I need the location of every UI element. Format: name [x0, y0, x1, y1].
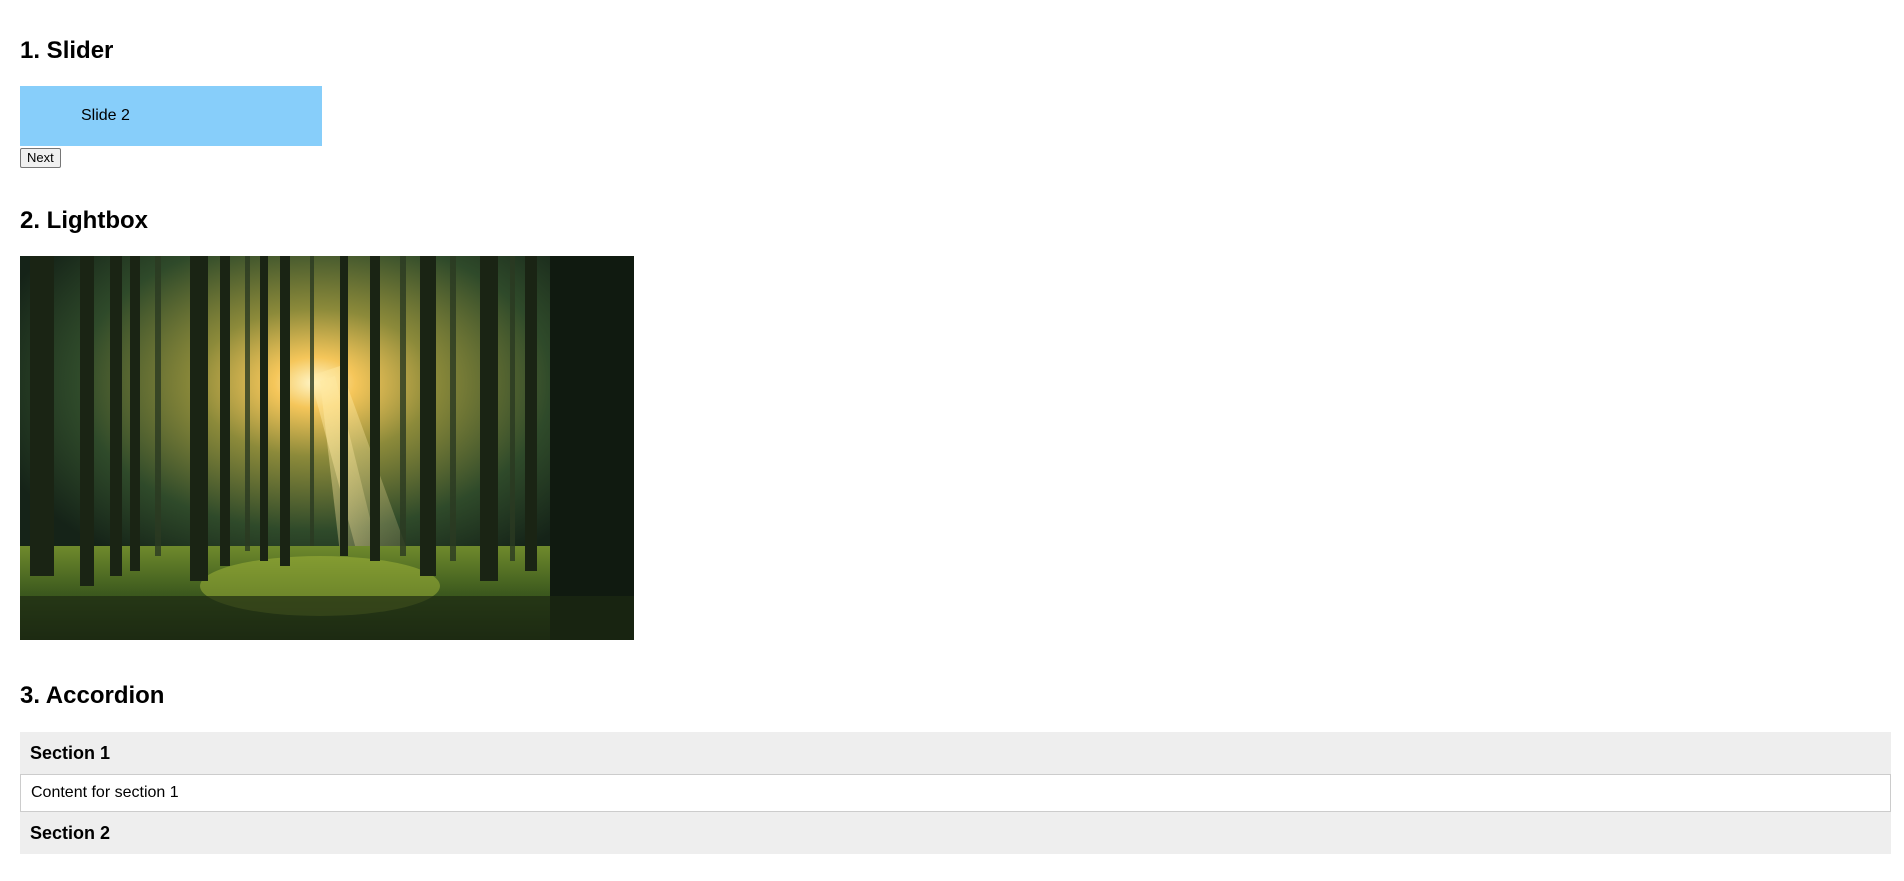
slider-next-button[interactable]: Next	[20, 148, 61, 168]
page: 1. Slider Slide 2 Next 2. Lightbox 3. Ac…	[0, 0, 1904, 881]
forest-image	[20, 256, 634, 640]
accordion-header-section-2[interactable]: Section 2	[20, 812, 1891, 854]
lightbox-thumbnail-image[interactable]	[20, 256, 634, 640]
accordion: Section 1 Content for section 1 Section …	[20, 732, 1891, 854]
slider-viewport: Slide 2	[20, 86, 322, 146]
accordion-content-section-1: Content for section 1	[20, 774, 1891, 812]
lightbox-heading: 2. Lightbox	[20, 207, 148, 234]
accordion-header-section-1[interactable]: Section 1	[20, 732, 1891, 774]
accordion-heading: 3. Accordion	[20, 682, 165, 709]
slide-label: Slide 2	[81, 107, 130, 124]
slider-heading: 1. Slider	[20, 37, 114, 64]
